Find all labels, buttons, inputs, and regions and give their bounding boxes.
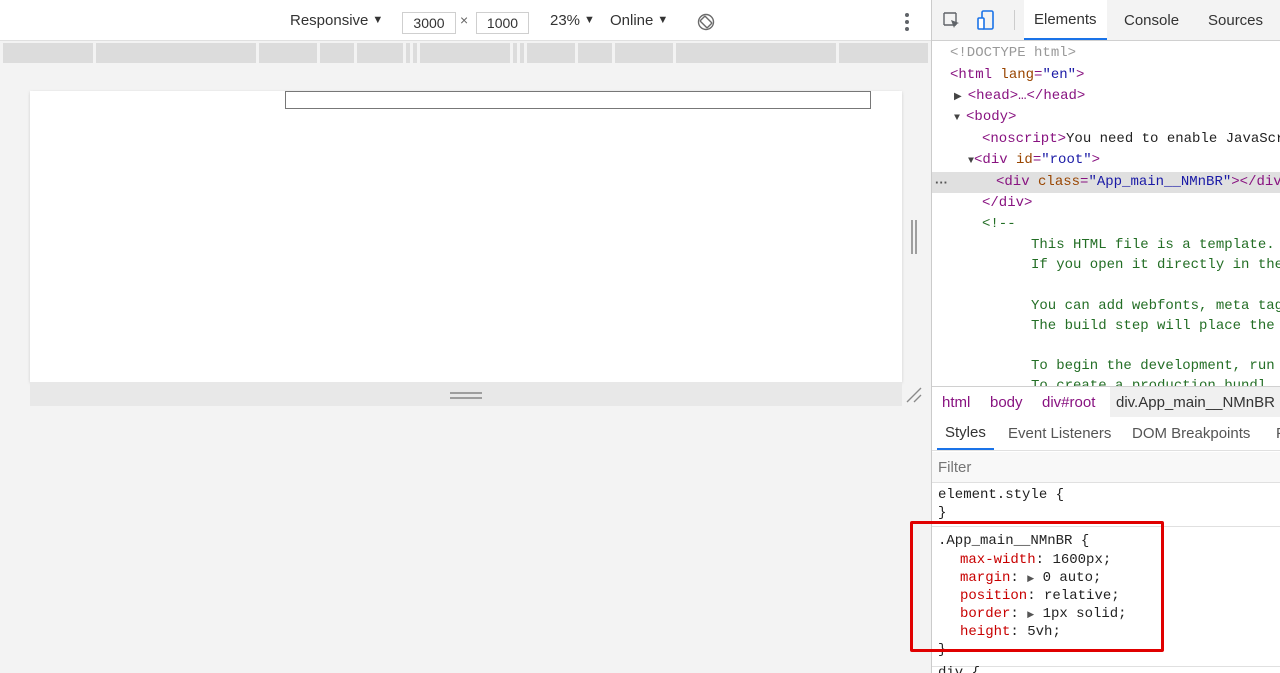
comment-line: To create a production bundl	[1031, 378, 1267, 386]
breadcrumb-html[interactable]: html	[942, 387, 970, 417]
comment-line: You can add webfonts, meta tag	[1031, 298, 1280, 314]
tab-properties[interactable]: P	[1276, 417, 1280, 450]
zoom-select[interactable]: 23% ▼	[550, 0, 595, 40]
tab-sources[interactable]: Sources	[1208, 0, 1263, 40]
dom-node-div-app-main[interactable]: ··· <div class="App_main__NMnBR"></div	[932, 172, 1280, 193]
rotate-icon[interactable]	[697, 13, 715, 35]
rule-selector[interactable]: element.style {	[938, 486, 1064, 504]
dom-node-noscript[interactable]: <noscript>You need to enable JavaScr	[982, 129, 1280, 150]
tab-styles[interactable]: Styles	[937, 417, 994, 450]
resize-corner-icon[interactable]	[905, 386, 923, 404]
dom-node-div-close[interactable]: </div>	[982, 193, 1032, 214]
red-highlight-annotation	[910, 521, 1164, 652]
dom-node-comment[interactable]: <!--	[982, 214, 1016, 235]
width-input[interactable]: 3000	[402, 12, 456, 34]
network-label: Online	[610, 11, 654, 29]
dom-node-doctype[interactable]: <!DOCTYPE html>	[950, 43, 1076, 64]
resize-handle-right[interactable]	[911, 220, 917, 254]
caret-down-icon: ▼	[657, 14, 669, 26]
styles-filter-row	[932, 452, 1280, 483]
device-toggle-icon[interactable]	[976, 10, 996, 32]
comment-line: This HTML file is a template.	[1031, 237, 1275, 253]
tab-event-listeners[interactable]: Event Listeners	[1008, 417, 1111, 450]
breadcrumb-body[interactable]: body	[990, 387, 1023, 417]
media-query-bar[interactable]	[0, 43, 931, 63]
times-symbol: ×	[460, 12, 469, 28]
rule-selector[interactable]: div {	[938, 664, 980, 673]
filter-input[interactable]	[938, 456, 1268, 478]
dom-node-div-root[interactable]: ▼<div id="root">	[968, 150, 1100, 171]
expand-triangle-icon[interactable]: ▶	[954, 92, 968, 103]
devtools-tab-bar: Elements Console Sources	[932, 0, 1280, 41]
dom-node-body[interactable]: ▼ <body>	[954, 107, 1016, 128]
dom-node-html[interactable]: <html lang="en">	[950, 65, 1084, 86]
device-select[interactable]: Responsive ▼	[290, 0, 383, 40]
rule-div: div {	[932, 664, 1280, 673]
device-label: Responsive	[290, 11, 369, 29]
collapse-triangle-icon[interactable]: ▼	[954, 113, 966, 124]
comment-line: If you open it directly in the	[1031, 257, 1280, 273]
zoom-label: 23%	[550, 11, 581, 29]
dom-node-head[interactable]: ▶ <head>…</head>	[954, 86, 1085, 107]
breadcrumb-div-root[interactable]: div#root	[1042, 387, 1095, 417]
comment-line: To begin the development, run	[1031, 358, 1275, 374]
breadcrumb-div-app-main[interactable]: div.App_main__NMnBR	[1110, 387, 1280, 417]
comment-line: The build step will place the	[1031, 318, 1275, 334]
breadcrumb: html body div#root div.App_main__NMnBR	[932, 386, 1280, 418]
caret-down-icon: ▼	[584, 14, 595, 26]
tab-elements[interactable]: Elements	[1024, 0, 1107, 40]
tab-dom-breakpoints[interactable]: DOM Breakpoints	[1132, 417, 1250, 450]
resize-handle-bottom[interactable]	[450, 392, 482, 400]
network-throttle-select[interactable]: Online ▼	[610, 0, 668, 40]
styles-tab-bar: Styles Event Listeners DOM Breakpoints P	[932, 417, 1280, 451]
height-input[interactable]: 1000	[476, 12, 529, 34]
caret-down-icon: ▼	[372, 14, 384, 26]
device-viewport	[30, 91, 902, 382]
device-emulation-pane: Responsive ▼ 3000 × 1000 23% ▼ Online ▼	[0, 0, 931, 673]
inspect-element-icon[interactable]	[942, 11, 962, 31]
app-main-element-preview	[285, 91, 871, 109]
rule-close-brace: }	[938, 505, 947, 521]
more-options-icon[interactable]	[898, 13, 916, 31]
device-toolbar: Responsive ▼ 3000 × 1000 23% ▼ Online ▼	[0, 0, 931, 41]
dom-tree: <!DOCTYPE html> <html lang="en"> ▶ <head…	[932, 42, 1280, 386]
more-actions-dots-icon[interactable]: ···	[935, 172, 948, 193]
tab-console[interactable]: Console	[1124, 0, 1179, 40]
